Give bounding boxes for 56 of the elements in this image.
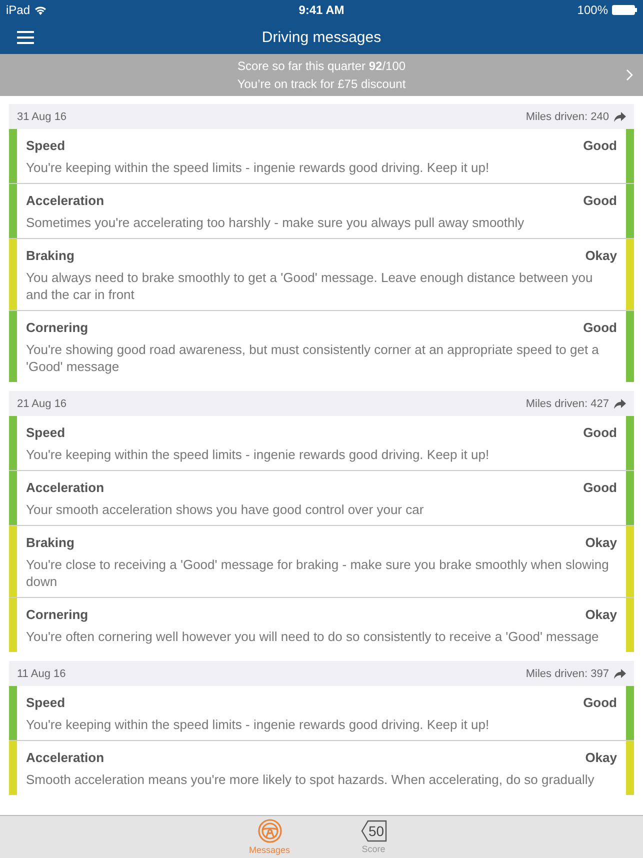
- rating-label: Good: [583, 480, 617, 495]
- speed-sign-icon: 50: [360, 820, 386, 842]
- category-label: Speed: [26, 695, 66, 710]
- message-text: You're keeping within the speed limits - ingenie rewards good driving. Keep it up!: [26, 716, 490, 733]
- chevron-right-icon: [626, 69, 633, 81]
- category-label: Speed: [26, 425, 66, 440]
- device-name: iPad: [6, 3, 30, 17]
- message-text: You're keeping within the speed limits - ingenie rewards good driving. Keep it up!: [26, 446, 490, 463]
- tab[interactable]: Messages: [242, 816, 296, 858]
- score-text: Score so far this quarter 92/100: [237, 58, 406, 75]
- rating-label: Good: [583, 193, 617, 208]
- menu-icon[interactable]: [17, 30, 34, 44]
- share-icon[interactable]: [614, 668, 626, 678]
- battery-icon: [612, 5, 637, 15]
- rating-label: Okay: [585, 607, 617, 622]
- message-text: You're keeping within the speed limits - ingenie rewards good driving. Keep it up!: [26, 159, 490, 176]
- rating-label: Good: [583, 695, 617, 710]
- category-label: Cornering: [26, 320, 88, 335]
- rating-label: Good: [583, 320, 617, 335]
- steering-wheel-icon: [258, 819, 282, 843]
- screen-title: Driving messages: [262, 28, 382, 46]
- message-text: You're often cornering well however you will need to do so consistently to receive a 'Good' message: [26, 628, 600, 645]
- category-label: Acceleration: [26, 750, 104, 765]
- battery-percent: 100%: [577, 3, 608, 17]
- clock-time: 9:41 AM: [298, 3, 344, 17]
- category-label: Braking: [26, 535, 74, 550]
- score-banner[interactable]: Score so far this quarter 92/100 You’re on track for £75 discount: [0, 54, 643, 96]
- message-text: Sometimes you're accelerating too harshly - make sure you always pull away smoothly: [26, 214, 526, 231]
- message-text: You're close to receiving a 'Good' message for braking - make sure you brake smoothly when slowing down: [26, 556, 610, 590]
- message-text: Your smooth acceleration shows you have good control over your car: [26, 501, 425, 518]
- tab-label: Messages: [248, 845, 290, 855]
- share-icon[interactable]: [614, 112, 626, 122]
- wifi-icon: [34, 5, 48, 15]
- message-text: You always need to brake smoothly to get a 'Good' message. Leave enough distance between you and the car in front: [26, 269, 594, 303]
- message-text: You're showing good road awareness, but must consistently corner at an appropriate speed to get a 'Good' message: [26, 341, 600, 375]
- discount-text: You’re on track for £75 discount: [237, 76, 406, 93]
- day-date: 11 Aug 16: [17, 668, 66, 680]
- share-icon[interactable]: [614, 398, 626, 408]
- rating-label: Okay: [585, 535, 617, 550]
- rating-label: Good: [583, 425, 617, 440]
- category-label: Braking: [26, 248, 74, 263]
- miles-driven: Miles driven: 397: [526, 668, 609, 680]
- rating-label: Good: [583, 138, 617, 153]
- day-date: 21 Aug 16: [17, 398, 67, 410]
- category-label: Speed: [26, 138, 66, 153]
- miles-driven: Miles driven: 427: [526, 398, 609, 410]
- rating-label: Okay: [585, 248, 617, 263]
- category-label: Acceleration: [26, 480, 104, 495]
- category-label: Acceleration: [26, 193, 104, 208]
- miles-driven: Miles driven: 240: [526, 110, 609, 122]
- category-label: Cornering: [26, 607, 88, 622]
- rating-label: Okay: [585, 750, 617, 765]
- tab-label: Score: [362, 844, 386, 854]
- message-text: Smooth acceleration means you're more likely to spot hazards. When accelerating, do so gradually: [26, 771, 596, 788]
- tab[interactable]: 50 Score: [346, 816, 400, 858]
- day-date: 31 Aug 16: [17, 110, 67, 122]
